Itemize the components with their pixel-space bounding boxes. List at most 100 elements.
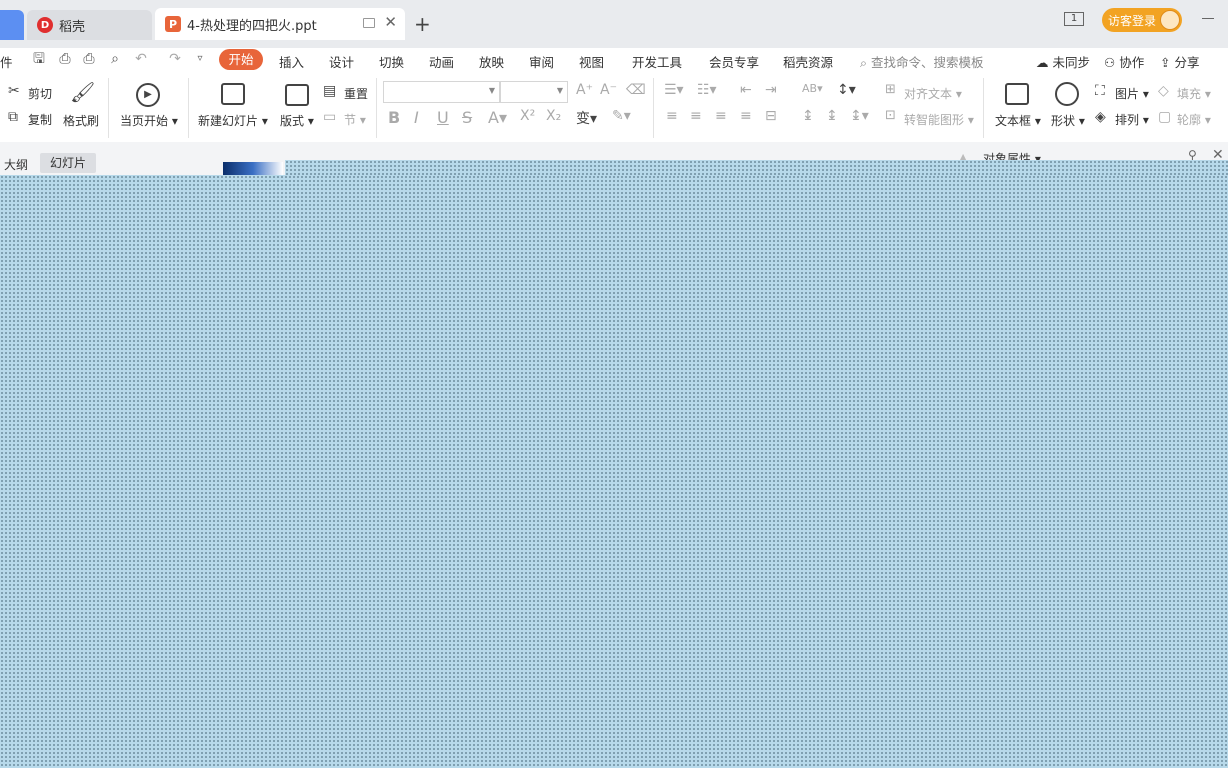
align-right-icon[interactable]: ≡ — [715, 108, 727, 124]
decrease-font-icon[interactable]: A⁻ — [600, 82, 617, 98]
sort-icon[interactable]: ↕▾ — [837, 82, 856, 98]
share-button[interactable]: ⇪ 分享 — [1160, 52, 1199, 71]
font-color-icon[interactable]: A▾ — [488, 108, 507, 127]
save-icon[interactable]: 🖫 — [31, 51, 47, 67]
text-direction-icon[interactable]: AB▾ — [802, 82, 823, 95]
align-left-icon[interactable]: ≡ — [666, 108, 678, 124]
shape-button[interactable]: 形状 ▾ — [1051, 112, 1085, 129]
bold-icon[interactable]: B — [388, 108, 400, 127]
ribbon-separator — [653, 78, 654, 138]
menu-tab-review[interactable]: 审阅 — [529, 52, 554, 71]
menu-tab-slideshow[interactable]: 放映 — [479, 52, 504, 71]
tab-docer[interactable]: D 稻壳 — [27, 10, 152, 40]
menu-tab-member[interactable]: 会员专享 — [709, 52, 759, 71]
highlight-icon[interactable]: ✎▾ — [612, 108, 631, 124]
menu-tab-developer[interactable]: 开发工具 — [632, 52, 682, 71]
clear-format-icon[interactable]: ⌫ — [626, 82, 646, 98]
reset-icon[interactable]: ▤ — [323, 83, 336, 99]
minimize-icon[interactable] — [1202, 18, 1214, 19]
layout-icon[interactable] — [285, 84, 309, 106]
font-family-select[interactable]: ▼ — [383, 81, 500, 103]
chevron-down-icon: ▼ — [488, 86, 495, 95]
monitor-icon[interactable] — [363, 18, 375, 28]
strikethrough-icon[interactable]: S — [462, 108, 472, 127]
outline-icon[interactable]: ▢ — [1158, 109, 1171, 125]
window-count-badge[interactable]: 1 — [1064, 12, 1084, 26]
align-text-icon[interactable]: ⊞ — [885, 82, 896, 97]
play-icon[interactable]: ▶ — [136, 83, 160, 107]
new-slide-icon[interactable] — [221, 83, 245, 105]
copy-button[interactable]: 复制 — [28, 111, 52, 128]
menu-tab-view[interactable]: 视图 — [579, 52, 604, 71]
quick-access-dropdown-icon[interactable]: ▿ — [192, 51, 208, 67]
italic-icon[interactable]: I — [414, 108, 419, 127]
tab-document[interactable]: P 4-热处理的四把火.ppt ✕ — [155, 8, 405, 40]
share-label: 分享 — [1174, 55, 1200, 70]
shape-icon[interactable] — [1055, 82, 1079, 106]
copy-icon[interactable]: ⧉ — [8, 109, 18, 125]
format-painter-icon[interactable]: 🖌 — [70, 80, 95, 104]
play-from-current-button[interactable]: 当页开始 ▾ — [120, 112, 178, 129]
subscript-icon[interactable]: X₂ — [546, 108, 561, 124]
cut-button[interactable]: 剪切 — [28, 85, 52, 102]
menu-tab-start[interactable]: 开始 — [219, 49, 263, 70]
redo-icon[interactable]: ↷ — [167, 51, 183, 67]
print-preview-icon[interactable]: ⌕ — [107, 51, 123, 67]
undo-icon[interactable]: ↶ — [133, 51, 149, 67]
tab-home[interactable] — [0, 10, 24, 40]
search-command-box[interactable]: ⌕ 查找命令、搜索模板 — [860, 52, 984, 71]
distribute-icon[interactable]: ⊟ — [765, 108, 777, 124]
menu-tab-docer-resources[interactable]: 稻壳资源 — [783, 52, 833, 71]
export-pdf-icon[interactable]: ⎙ — [57, 51, 73, 67]
ribbon-separator — [376, 78, 377, 138]
reset-button[interactable]: 重置 — [344, 85, 368, 102]
textbox-button[interactable]: 文本框 ▾ — [995, 112, 1041, 129]
smartart-icon[interactable]: ⊡ — [885, 108, 896, 123]
sync-button[interactable]: ☁ 未同步 — [1036, 52, 1090, 71]
font-size-select[interactable]: ▼ — [500, 81, 568, 103]
scissors-icon[interactable]: ✂ — [8, 83, 20, 99]
tab-outline[interactable]: 大纲 — [4, 156, 28, 173]
section-button[interactable]: 节 ▾ — [344, 111, 366, 128]
paragraph-spacing-icon[interactable]: ↨ — [826, 108, 838, 124]
section-icon[interactable]: ▭ — [323, 109, 336, 125]
align-center-icon[interactable]: ≡ — [690, 108, 702, 124]
spacing-dropdown-icon[interactable]: ↨▾ — [850, 108, 869, 124]
menu-tab-insert[interactable]: 插入 — [279, 52, 304, 71]
login-button[interactable]: 访客登录 — [1102, 8, 1182, 32]
line-spacing-icon[interactable]: ↨ — [802, 108, 814, 124]
increase-indent-icon[interactable]: ⇥ — [765, 82, 777, 98]
decrease-indent-icon[interactable]: ⇤ — [740, 82, 752, 98]
smartart-button[interactable]: 转智能图形 ▾ — [904, 111, 974, 128]
fill-button[interactable]: 填充 ▾ — [1177, 85, 1211, 102]
collaborate-button[interactable]: ⚇ 协作 — [1104, 52, 1144, 71]
textbox-icon[interactable] — [1005, 83, 1029, 105]
increase-font-icon[interactable]: A⁺ — [576, 82, 593, 98]
close-tab-icon[interactable]: ✕ — [384, 13, 397, 31]
numbered-list-icon[interactable]: ☷▾ — [697, 82, 717, 98]
new-tab-button[interactable]: + — [414, 12, 431, 36]
new-slide-button[interactable]: 新建幻灯片 ▾ — [198, 112, 268, 129]
layout-button[interactable]: 版式 ▾ — [280, 112, 314, 129]
phonetic-icon[interactable]: 变▾ — [576, 108, 597, 128]
bullet-list-icon[interactable]: ☰▾ — [664, 82, 684, 98]
menu-file[interactable]: 件 — [0, 52, 13, 71]
superscript-icon[interactable]: X² — [520, 108, 535, 124]
avatar-icon — [1160, 10, 1180, 30]
fill-icon[interactable]: ◇ — [1158, 83, 1169, 99]
justify-icon[interactable]: ≡ — [740, 108, 752, 124]
tab-slides[interactable]: 幻灯片 — [40, 153, 96, 173]
menu-tab-transition[interactable]: 切换 — [379, 52, 404, 71]
print-icon[interactable]: ⎙ — [81, 51, 97, 67]
picture-button[interactable]: 图片 ▾ — [1115, 85, 1149, 102]
underline-icon[interactable]: U — [437, 108, 449, 127]
align-text-button[interactable]: 对齐文本 ▾ — [904, 85, 962, 102]
menu-tab-design[interactable]: 设计 — [329, 52, 354, 71]
tab-document-label: 4-热处理的四把火.ppt — [187, 18, 317, 34]
arrange-button[interactable]: 排列 ▾ — [1115, 111, 1149, 128]
outline-button[interactable]: 轮廓 ▾ — [1177, 111, 1211, 128]
picture-icon[interactable]: ⛶ — [1095, 83, 1105, 99]
arrange-icon[interactable]: ◈ — [1095, 109, 1106, 125]
format-painter-button[interactable]: 格式刷 — [63, 112, 99, 129]
menu-tab-animation[interactable]: 动画 — [429, 52, 454, 71]
